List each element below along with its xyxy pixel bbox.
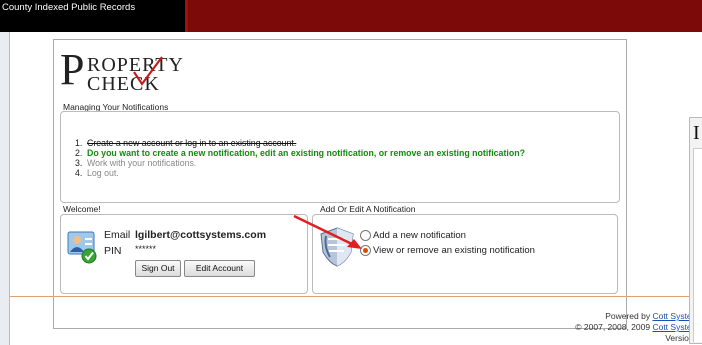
footer-powered: Powered by Cott Systems: [605, 311, 702, 321]
step-1: 1. Create a new account or log in to an e…: [75, 138, 297, 148]
content-frame: P ROPERTY CHECK Managing Your Notificati…: [53, 39, 627, 329]
footer-version: Version 1.: [665, 333, 702, 343]
side-panel-inner: [693, 148, 702, 342]
step-2-text: Do you want to create a new notification…: [87, 148, 525, 158]
step-3-text: Work with your notifications.: [87, 158, 197, 168]
top-bar: County Indexed Public Records: [0, 0, 702, 32]
steps-panel: 1. Create a new account or log in to an e…: [60, 111, 620, 203]
step-4-text: Log out.: [87, 168, 119, 178]
email-label: Email: [104, 229, 131, 241]
welcome-panel: Email lgilbert@cottsystems.com PIN *****…: [60, 214, 308, 294]
property-check-logo: P ROPERTY CHECK: [60, 48, 210, 102]
sign-out-button[interactable]: Sign Out: [135, 260, 181, 277]
edit-account-button[interactable]: Edit Account: [184, 260, 255, 277]
side-panel-letter: I: [693, 122, 700, 144]
add-notification-label[interactable]: Add a new notification: [373, 230, 466, 241]
side-panel: I: [689, 117, 702, 344]
logo-big-letter: P: [60, 45, 85, 94]
step-1-text: Create a new account or log in to an exi…: [87, 138, 297, 148]
red-arrow-annotation: [293, 214, 362, 249]
app-title: County Indexed Public Records: [2, 2, 136, 13]
top-bar-divider: [185, 0, 188, 32]
logo-checkmark-icon: [133, 56, 163, 86]
user-card-icon: [67, 231, 97, 264]
step-2: 2. Do you want to create a new notificati…: [75, 148, 525, 158]
email-value: lgilbert@cottsystems.com: [135, 229, 267, 241]
steps-list: 1. Create a new account or log in to an e…: [75, 138, 525, 178]
footer-copyright: © 2007, 2008, 2009 Cott Systems: [575, 322, 702, 332]
pin-label: PIN: [104, 245, 122, 257]
pin-value: ******: [135, 244, 157, 254]
welcome-title: Welcome!: [63, 204, 101, 214]
step-4: 4. Log out.: [75, 168, 119, 178]
add-edit-title: Add Or Edit A Notification: [320, 204, 416, 214]
main-page: P ROPERTY CHECK Managing Your Notificati…: [9, 32, 702, 345]
view-remove-notification-label[interactable]: View or remove an existing notification: [373, 245, 535, 256]
footer-divider: [10, 296, 702, 297]
step-3: 3. Work with your notifications.: [75, 158, 197, 168]
footer: Powered by Cott Systems © 2007, 2008, 20…: [575, 311, 702, 344]
